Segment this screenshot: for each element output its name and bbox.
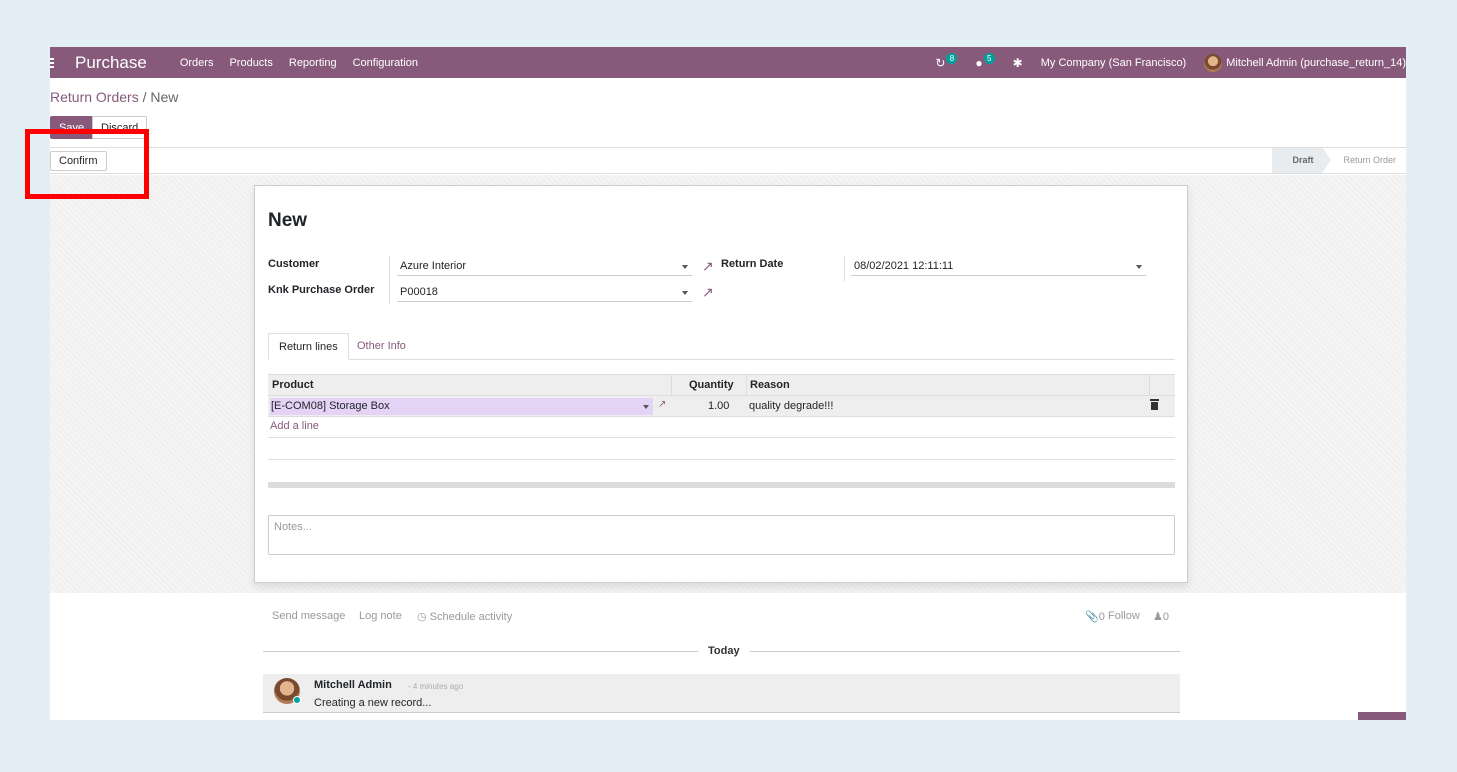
company-switcher[interactable]: My Company (San Francisco) [1041,57,1187,69]
breadcrumb-return-orders[interactable]: Return Orders [50,89,139,105]
clock-icon: ◷ [417,611,427,623]
return-date-label: Return Date [721,258,784,270]
record-title: New [268,210,308,231]
purchase-order-value: P00018 [400,286,438,298]
customer-label: Customer [268,258,320,270]
attachments-button[interactable]: 📎0 [1085,610,1105,623]
return-date-value: 08/02/2021 12:11:11 [854,260,954,272]
apps-menu-icon[interactable] [50,47,62,78]
schedule-activity-button[interactable]: ◷ Schedule activity [417,610,512,623]
followers-button[interactable]: ♟0 [1153,610,1169,623]
breadcrumb: Return Orders / New [50,89,178,105]
menu-reporting[interactable]: Reporting [289,57,337,69]
trash-icon[interactable] [1150,399,1159,410]
annotation-highlight-box [25,129,149,199]
return-date-field[interactable]: 08/02/2021 12:11:11 [851,257,1146,276]
external-link-icon[interactable]: ↗ [702,259,716,273]
user-icon: ♟ [1153,611,1163,623]
chevron-down-icon[interactable] [643,405,649,409]
quantity-cell[interactable]: 1.00 [708,400,729,412]
date-separator: Today [698,645,750,657]
paperclip-icon: 📎 [1085,611,1099,623]
column-quantity[interactable]: Quantity [689,379,734,391]
column-divider [746,375,747,396]
form-statusbar: Confirm Draft Return Order [50,147,1406,174]
odoo-app: Purchase Orders Products Reporting Confi… [50,47,1406,720]
comments-icon: ● [975,55,983,70]
menu-products[interactable]: Products [229,57,272,69]
message-time: - 4 minutes ago [408,682,464,691]
notes-field[interactable]: Notes... [268,515,1175,555]
message-author[interactable]: Mitchell Admin [314,679,392,691]
table-footer [268,482,1175,488]
label-separator [844,256,845,281]
menu-configuration[interactable]: Configuration [353,57,418,69]
chevron-down-icon[interactable] [682,291,688,295]
column-reason[interactable]: Reason [750,379,790,391]
column-divider [1149,375,1150,396]
notebook-tabs: Return lines Other Info [268,333,1175,360]
add-line-row: Add a line [268,417,1175,438]
return-lines-table: Product Quantity Reason [E-COM08] Storag… [268,374,1175,488]
label-separator [389,256,390,304]
purchase-order-field[interactable]: P00018 [397,283,692,302]
followers-count: 0 [1162,611,1169,623]
form-background: New Customer Azure Interior ↗ Knk Purcha… [50,175,1406,593]
column-divider [671,375,672,396]
empty-row [268,438,1175,460]
column-product[interactable]: Product [272,379,314,391]
debug-bug-icon[interactable]: ✱ [1013,56,1023,70]
breadcrumb-current: New [150,89,179,105]
message-badge: 5 [983,53,995,64]
activity-badge: 8 [946,53,958,64]
schedule-activity-label: Schedule activity [429,611,513,623]
follow-button[interactable]: Follow [1108,610,1140,622]
menu-orders[interactable]: Orders [180,57,214,69]
product-value: [E-COM08] Storage Box [271,400,390,412]
external-link-icon[interactable]: ↗ [658,399,666,410]
user-menu[interactable]: Mitchell Admin (purchase_return_14) [1226,57,1406,69]
tab-other-info[interactable]: Other Info [347,333,416,360]
add-line-link[interactable]: Add a line [270,420,319,432]
purchase-order-label: Knk Purchase Order [268,284,375,296]
top-navbar: Purchase Orders Products Reporting Confi… [50,47,1406,78]
stage-return-order[interactable]: Return Order [1323,148,1406,173]
customer-field[interactable]: Azure Interior [397,257,692,276]
message-body: Creating a new record... [314,697,432,709]
messaging-menu[interactable]: ● 5 [975,53,995,70]
attachments-count: 0 [1098,611,1105,623]
send-message-button[interactable]: Send message [272,610,345,622]
chevron-down-icon[interactable] [1136,265,1142,269]
table-header: Product Quantity Reason [268,374,1175,396]
product-input[interactable]: [E-COM08] Storage Box [270,398,653,415]
tab-return-lines[interactable]: Return lines [268,333,349,360]
external-link-icon[interactable]: ↗ [702,285,716,299]
reason-cell[interactable]: quality degrade!!! [749,400,833,412]
navbar-systray: ↻ 8 ● 5 ✱ My Company (San Francisco) Mit… [935,47,1406,78]
activity-menu[interactable]: ↻ 8 [935,53,958,70]
chevron-down-icon[interactable] [682,265,688,269]
chatter-message: Mitchell Admin - 4 minutes ago Creating … [263,674,1180,713]
chatter: Send message Log note ◷ Schedule activit… [50,593,1406,720]
stage-draft[interactable]: Draft [1272,148,1332,173]
loading-indicator [1358,712,1406,720]
online-status-icon [293,696,301,704]
user-avatar[interactable] [1204,53,1223,72]
screenshot-frame: Purchase Orders Products Reporting Confi… [0,0,1457,772]
app-brand[interactable]: Purchase [75,53,147,73]
customer-value: Azure Interior [400,260,467,272]
status-stages: Draft Return Order [1272,148,1406,173]
table-row[interactable]: [E-COM08] Storage Box ↗ 1.00 quality deg… [268,396,1175,417]
log-note-button[interactable]: Log note [359,610,402,622]
form-sheet: New Customer Azure Interior ↗ Knk Purcha… [254,185,1188,583]
breadcrumb-separator: / [138,89,151,105]
clock-icon: ↻ [935,55,946,70]
